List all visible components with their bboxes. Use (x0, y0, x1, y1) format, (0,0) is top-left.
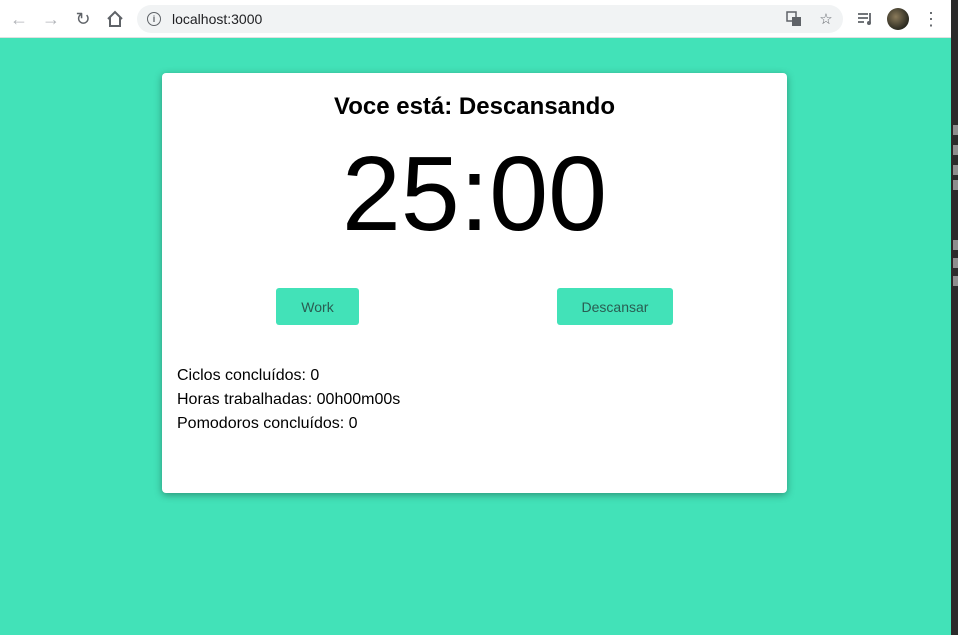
edge-text-fragment (953, 145, 958, 155)
hours-stat: Horas trabalhadas: 00h00m00s (177, 391, 400, 409)
browser-toolbar: ← → ↻ i localhost:3000 ☆ ⋮ (0, 0, 951, 38)
pomodoros-value: 0 (348, 415, 358, 432)
info-icon[interactable]: i (147, 12, 161, 26)
hours-label: Horas trabalhadas: (177, 391, 317, 408)
edge-text-fragment (953, 276, 958, 286)
edge-text-fragment (953, 165, 958, 175)
home-icon[interactable] (104, 8, 126, 30)
media-glyph (858, 13, 871, 25)
edge-text-fragment (953, 125, 958, 135)
kebab-menu-icon[interactable]: ⋮ (920, 8, 942, 30)
cycles-stat: Ciclos concluídos: 0 (177, 367, 319, 385)
reload-icon[interactable]: ↻ (72, 8, 94, 30)
edge-text-fragment (953, 258, 958, 268)
cycles-value: 0 (310, 367, 320, 384)
adjacent-window-edge (951, 0, 958, 635)
status-heading: Voce está: Descansando (333, 93, 615, 120)
work-button[interactable]: Work (276, 288, 359, 325)
home-glyph (107, 10, 123, 27)
pomodoro-card: Voce está: Descansando 25:00 Work Descan… (162, 73, 787, 493)
cycles-label: Ciclos concluídos: (177, 367, 311, 384)
media-queue-icon[interactable] (855, 8, 877, 30)
edge-text-fragment (953, 240, 958, 250)
pomodoros-label: Pomodoros concluídos: (177, 415, 349, 432)
url-text[interactable]: localhost:3000 (172, 11, 262, 27)
pomodoros-stat: Pomodoros concluídos: 0 (177, 415, 358, 433)
arrow-right-icon[interactable]: → (40, 8, 62, 30)
address-bar[interactable]: i localhost:3000 ☆ (137, 5, 843, 33)
arrow-left-icon[interactable]: ← (8, 8, 30, 30)
timer-display: 25:00 (341, 135, 608, 253)
star-icon[interactable]: ☆ (817, 10, 835, 28)
translate-icon[interactable] (785, 10, 803, 28)
rest-button[interactable]: Descansar (557, 288, 673, 325)
hours-value: 00h00m00s (316, 391, 401, 408)
translate-glyph (786, 11, 801, 26)
profile-avatar[interactable] (887, 8, 909, 30)
edge-text-fragment (953, 180, 958, 190)
